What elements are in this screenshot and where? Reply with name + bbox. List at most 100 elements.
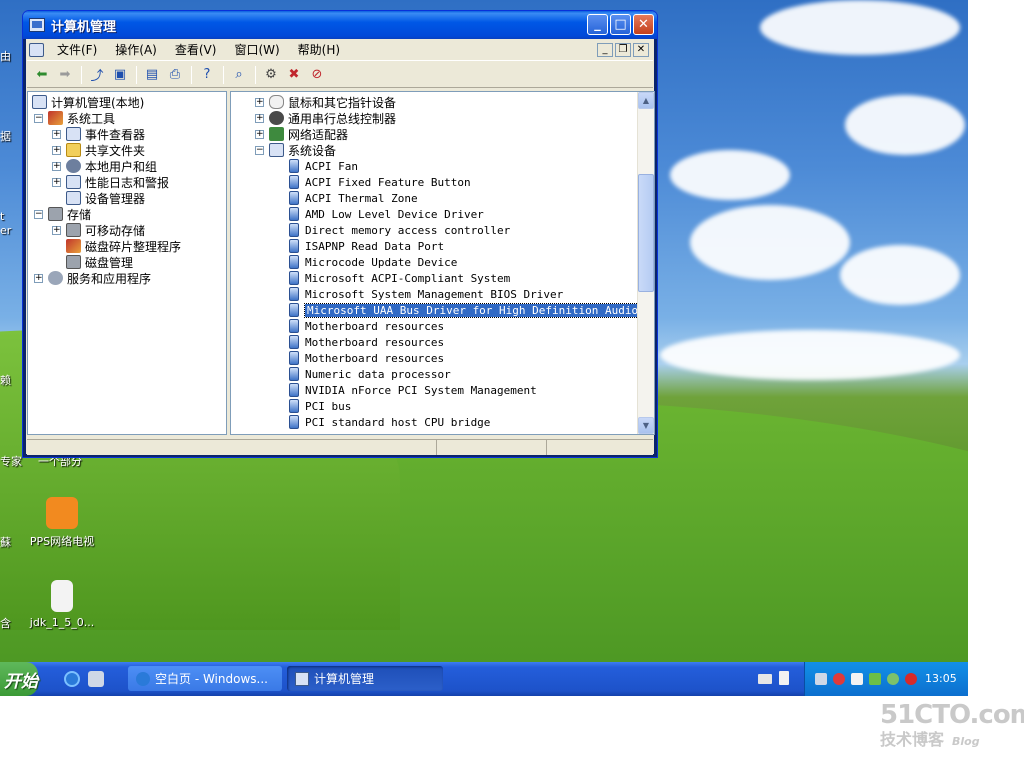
system-device-icon <box>289 351 299 365</box>
expand-icon[interactable]: + <box>52 161 61 171</box>
device-item[interactable]: NVIDIA nForce PCI System Management <box>289 382 537 398</box>
device-item[interactable]: ACPI Fan <box>289 158 358 174</box>
scroll-up-icon[interactable]: ▲ <box>638 92 654 109</box>
keyboard-icon[interactable] <box>758 674 772 684</box>
tree-item-system-tools[interactable]: − 系统工具 <box>34 110 115 126</box>
tree-item-defrag[interactable]: 磁盘碎片整理程序 <box>66 238 181 254</box>
device-item[interactable]: ACPI Thermal Zone <box>289 190 418 206</box>
clock[interactable]: 13:05 <box>925 672 957 685</box>
pps-icon <box>46 497 78 529</box>
expand-icon[interactable]: + <box>52 225 61 235</box>
tree-item-perf-logs[interactable]: + 性能日志和警报 <box>52 174 169 190</box>
disable-device-icon[interactable]: ⊘ <box>306 64 328 86</box>
device-item[interactable]: Motherboard resources <box>289 350 444 366</box>
device-category-usb[interactable]: + 通用串行总线控制器 <box>255 110 396 126</box>
antivirus-icon[interactable] <box>833 673 845 685</box>
window-titlebar[interactable]: 计算机管理 _ □ ✕ <box>23 11 657 39</box>
minimize-button[interactable]: _ <box>587 14 608 35</box>
tree-item-local-users[interactable]: + 本地用户和组 <box>52 158 157 174</box>
menu-window[interactable]: 窗口(W) <box>225 39 288 60</box>
vertical-scrollbar[interactable]: ▲ ▼ <box>637 92 654 434</box>
tree-item-removable-storage[interactable]: + 可移动存储 <box>52 222 145 238</box>
device-item[interactable]: Microcode Update Device <box>289 254 457 270</box>
expand-icon[interactable]: + <box>52 145 61 155</box>
scan-hardware-icon[interactable]: ⌕ <box>228 64 250 86</box>
device-item[interactable]: Motherboard resources <box>289 334 444 350</box>
device-item[interactable]: AMD Low Level Device Driver <box>289 206 484 222</box>
uninstall-device-icon[interactable]: ✖ <box>283 64 305 86</box>
start-button[interactable]: 开始 <box>0 662 38 696</box>
device-item[interactable]: Numeric data processor <box>289 366 451 382</box>
properties-icon[interactable]: ▤ <box>141 64 163 86</box>
device-item[interactable]: Microsoft System Management BIOS Driver <box>289 286 563 302</box>
menu-action[interactable]: 操作(A) <box>106 39 166 60</box>
menu-help[interactable]: 帮助(H) <box>289 39 349 60</box>
help-icon[interactable]: ? <box>196 64 218 86</box>
mdi-restore-button[interactable]: ❐ <box>615 42 631 57</box>
device-item[interactable]: PCI bus <box>289 398 351 414</box>
tree-item-root[interactable]: 计算机管理(本地) <box>32 94 144 110</box>
menu-file[interactable]: 文件(F) <box>48 39 106 60</box>
back-icon[interactable]: ⬅ <box>31 64 53 86</box>
tree-item-services-apps[interactable]: + 服务和应用程序 <box>34 270 151 286</box>
system-device-icon <box>289 303 299 317</box>
computer-icon <box>29 18 45 32</box>
device-item[interactable]: Direct memory access controller <box>289 222 510 238</box>
mail-icon[interactable] <box>851 673 863 685</box>
system-device-icon <box>289 319 299 333</box>
print-icon[interactable]: ⎙ <box>164 64 186 86</box>
expand-icon[interactable]: + <box>52 177 61 187</box>
mdi-minimize-button[interactable]: _ <box>597 42 613 57</box>
device-category-system[interactable]: − 系统设备 <box>255 142 336 158</box>
maximize-button[interactable]: □ <box>610 14 631 35</box>
collapse-icon[interactable]: − <box>34 113 43 123</box>
close-button[interactable]: ✕ <box>633 14 654 35</box>
device-category-mice[interactable]: + 鼠标和其它指针设备 <box>255 94 396 110</box>
security-shield-icon[interactable] <box>905 673 917 685</box>
task-button-blank-page[interactable]: 空白页 - Windows... <box>128 666 282 691</box>
expand-icon[interactable]: + <box>255 129 264 139</box>
scroll-thumb[interactable] <box>638 174 654 292</box>
internet-explorer-icon[interactable] <box>64 671 80 687</box>
tree-item-disk-management[interactable]: 磁盘管理 <box>66 254 133 270</box>
up-folder-icon[interactable]: ⤴ <box>86 64 108 86</box>
device-label: Motherboard resources <box>305 351 445 365</box>
collapse-icon[interactable]: − <box>34 209 43 219</box>
system-device-icon <box>289 367 299 381</box>
menu-view[interactable]: 查看(V) <box>166 39 226 60</box>
task-button-computer-management[interactable]: 计算机管理 <box>287 666 443 691</box>
desktop-icon-jdk[interactable]: jdk_1_5_0... <box>22 580 102 629</box>
update-driver-icon[interactable]: ⚙ <box>260 64 282 86</box>
expand-icon[interactable]: + <box>255 113 264 123</box>
show-hide-tree-icon[interactable]: ▣ <box>109 64 131 86</box>
scroll-down-icon[interactable]: ▼ <box>638 417 654 434</box>
desktop-icon-pps[interactable]: PPS网络电视 <box>22 497 102 549</box>
tree-item-shared-folders[interactable]: + 共享文件夹 <box>52 142 145 158</box>
expand-icon[interactable]: + <box>52 129 61 139</box>
device-item[interactable]: PCI standard host CPU bridge <box>289 414 490 430</box>
network-icon[interactable] <box>815 673 827 685</box>
tree-item-storage[interactable]: − 存储 <box>34 206 91 222</box>
forward-icon[interactable]: ➡ <box>54 64 76 86</box>
device-label: AMD Low Level Device Driver <box>305 207 484 221</box>
device-item[interactable]: ISAPNP Read Data Port <box>289 238 444 254</box>
watermark-blog: Blog <box>952 735 980 748</box>
update-icon[interactable] <box>887 673 899 685</box>
mdi-close-button[interactable]: ✕ <box>633 42 649 57</box>
green-app-icon[interactable] <box>869 673 881 685</box>
collapse-icon[interactable]: − <box>255 145 264 155</box>
expand-icon[interactable]: + <box>34 273 43 283</box>
tree-item-device-manager[interactable]: 设备管理器 <box>66 190 145 206</box>
device-item[interactable]: Motherboard resources <box>289 318 444 334</box>
menu-bar: 文件(F) 操作(A) 查看(V) 窗口(W) 帮助(H) _ ❐ ✕ <box>27 39 653 61</box>
device-item[interactable]: Microsoft ACPI-Compliant System <box>289 270 510 286</box>
device-category-network[interactable]: + 网络适配器 <box>255 126 348 142</box>
desktop-edge-label: 由 <box>0 50 11 63</box>
expand-icon[interactable]: + <box>255 97 264 107</box>
device-item[interactable]: ACPI Fixed Feature Button <box>289 174 471 190</box>
input-method-icon[interactable] <box>779 671 789 685</box>
device-item[interactable]: Microsoft UAA Bus Driver for High Defini… <box>289 302 642 318</box>
tree-item-event-viewer[interactable]: + 事件查看器 <box>52 126 145 142</box>
show-desktop-icon[interactable] <box>88 671 104 687</box>
tree-label: 共享文件夹 <box>85 143 146 158</box>
